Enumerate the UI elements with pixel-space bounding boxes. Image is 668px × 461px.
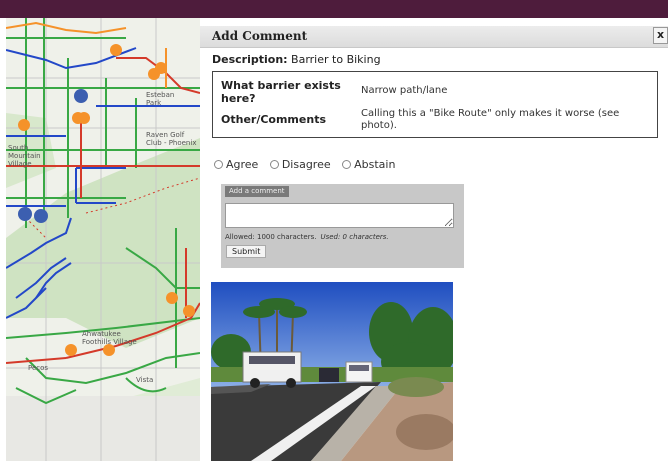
comment-panel: Add a comment Allowed: 1000 characters. U…: [221, 184, 464, 268]
abstain-label: Abstain: [354, 158, 396, 171]
other-comments-value: Calling this a "Bike Route" only makes i…: [361, 108, 620, 131]
street-photo-graphic: [211, 282, 453, 461]
allowed-characters: Allowed: 1000 characters.: [225, 233, 317, 241]
disagree-radio[interactable]: Disagree: [269, 158, 331, 171]
description-line: Description: Barrier to Biking: [212, 53, 381, 66]
character-count: Allowed: 1000 characters. Used: 0 charact…: [225, 233, 389, 241]
barrier-details-box: What barrier exists here? Narrow path/la…: [212, 71, 658, 138]
comment-input[interactable]: [225, 203, 454, 228]
dialog-title: Add Comment: [212, 29, 308, 43]
add-comment-tab: Add a comment: [225, 186, 289, 197]
radio-circle-icon: [269, 160, 279, 169]
other-comments-label: Other/Comments: [221, 113, 326, 126]
map-view[interactable]: Esteban Park Raven Golf Club - Phoenix S…: [6, 18, 200, 461]
map-graphic: [6, 18, 200, 461]
map-label: South Mountain Village: [8, 144, 41, 168]
description-value: Barrier to Biking: [291, 53, 381, 66]
agree-label: Agree: [226, 158, 259, 171]
submit-button[interactable]: Submit: [226, 245, 267, 258]
map-label: Vista: [136, 376, 154, 384]
radio-circle-icon: [342, 160, 352, 169]
window-top-bar: [0, 0, 668, 18]
map-label: Esteban Park: [146, 91, 175, 107]
close-button[interactable]: x: [653, 27, 668, 44]
vote-options: Agree Disagree Abstain: [214, 158, 403, 171]
agree-radio[interactable]: Agree: [214, 158, 258, 171]
map-label: Ahwatukee Foothills Village: [82, 330, 137, 346]
description-label: Description:: [212, 53, 288, 66]
used-characters: Used: 0 characters.: [320, 233, 389, 241]
add-comment-dialog: Add Comment x Description: Barrier to Bi…: [200, 18, 668, 461]
disagree-label: Disagree: [281, 158, 331, 171]
barrier-photo: [211, 282, 453, 461]
radio-circle-icon: [214, 160, 223, 169]
map-label: Pecos: [28, 364, 49, 372]
barrier-answer-value: Narrow path/lane: [361, 85, 448, 96]
barrier-question-label: What barrier exists here?: [221, 79, 341, 105]
abstain-radio[interactable]: Abstain: [342, 158, 395, 171]
map-label: Raven Golf Club - Phoenix: [146, 131, 197, 147]
dialog-header: Add Comment x: [200, 26, 668, 48]
